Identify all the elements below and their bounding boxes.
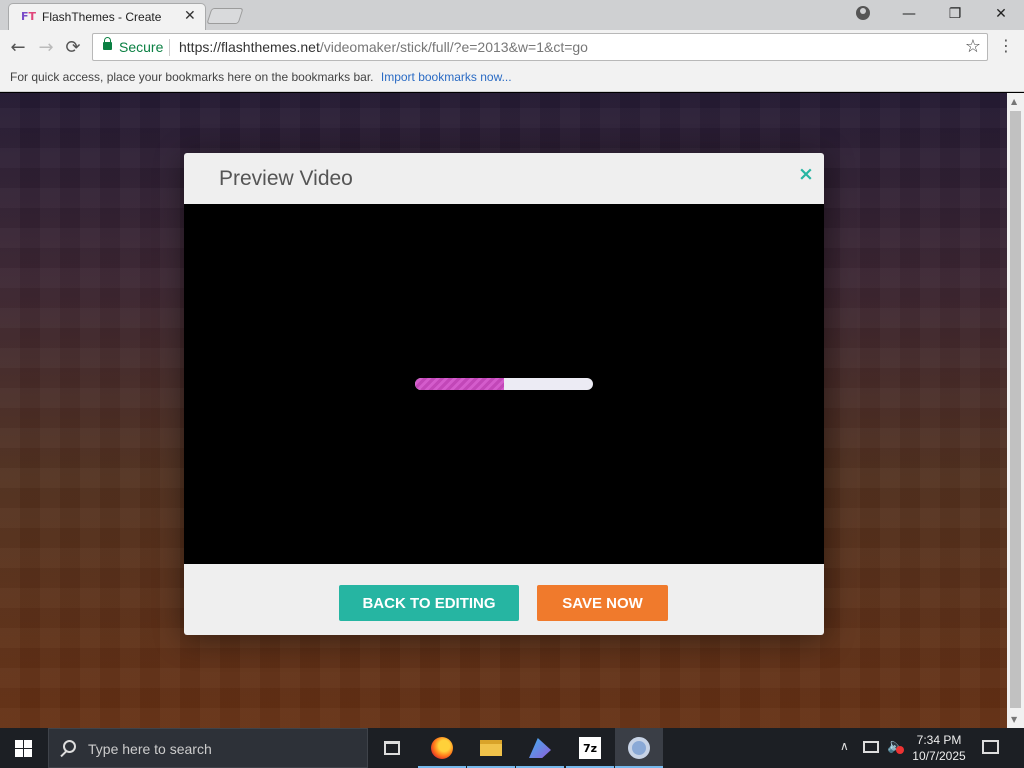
tab-close-icon[interactable]: ✕ (184, 7, 196, 23)
tab-title: FlashThemes - Create (42, 10, 162, 24)
muted-badge-icon (896, 746, 904, 754)
video-player[interactable] (184, 204, 824, 564)
url-host: https://flashthemes.net (179, 39, 320, 55)
forward-button[interactable]: → (35, 36, 57, 58)
secure-label: Secure (119, 39, 164, 55)
save-now-button[interactable]: SAVE NOW (537, 585, 668, 621)
windows-start-icon[interactable] (15, 740, 32, 757)
clock-date: 10/7/2025 (912, 749, 966, 763)
scroll-down-icon[interactable]: ▼ (1011, 715, 1017, 724)
task-view-icon (384, 741, 400, 755)
modal-close-icon[interactable]: × (798, 163, 814, 185)
url-text[interactable]: https://flashthemes.net/videomaker/stick… (179, 39, 588, 55)
back-button[interactable]: ← (7, 36, 29, 58)
preview-video-modal: Preview Video × BACK TO EDITING SAVE NOW (184, 153, 824, 635)
browser-titlebar: FT FlashThemes - Create ✕ — ❐ ✕ (0, 0, 1024, 30)
network-icon[interactable] (863, 741, 879, 753)
address-separator (169, 39, 170, 56)
taskbar-7zip[interactable]: 7z (566, 728, 614, 768)
bookmark-star-icon[interactable]: ☆ (965, 36, 981, 57)
flashthemes-favicon-icon: FT (21, 10, 37, 23)
url-path: /videomaker/stick/full/?e=2013&w=1&ct=go (319, 39, 588, 55)
import-bookmarks-link[interactable]: Import bookmarks now... (381, 70, 512, 84)
modal-header: Preview Video × (184, 153, 824, 204)
bookmarks-bar: For quick access, place your bookmarks h… (0, 64, 1024, 92)
scroll-up-icon[interactable]: ▲ (1011, 97, 1017, 106)
firefox-icon (431, 737, 453, 759)
tray-overflow-icon[interactable]: ∧ (840, 739, 849, 753)
taskbar-clock[interactable]: 7:34 PM 10/7/2025 (905, 732, 973, 764)
search-placeholder: Type here to search (88, 741, 212, 757)
profile-icon[interactable] (856, 6, 870, 20)
folder-icon (480, 740, 502, 756)
clock-time: 7:34 PM (916, 733, 962, 747)
bookmarks-prompt: For quick access, place your bookmarks h… (10, 70, 374, 84)
modal-title: Preview Video (219, 167, 353, 190)
back-to-editing-button[interactable]: BACK TO EDITING (339, 585, 519, 621)
loading-progress-fill (415, 378, 504, 390)
taskbar-chrome[interactable] (615, 728, 663, 768)
search-icon (63, 740, 76, 753)
address-bar[interactable]: Secure https://flashthemes.net/videomake… (92, 33, 988, 61)
chrome-icon (628, 737, 650, 759)
minimize-button[interactable]: — (886, 0, 932, 28)
browser-menu-icon[interactable]: ⋮ (998, 37, 1014, 55)
windows-taskbar: Type here to search 7z ∧ 🔈 7:34 PM 10/7/… (0, 728, 1024, 768)
close-window-button[interactable]: ✕ (978, 0, 1024, 28)
paint-icon (529, 738, 551, 758)
page-scrollbar[interactable]: ▲ ▼ (1007, 93, 1024, 728)
taskbar-file-explorer[interactable] (467, 728, 515, 768)
task-view-button[interactable] (368, 728, 416, 768)
browser-tab-flashthemes[interactable]: FT FlashThemes - Create ✕ (8, 3, 206, 30)
taskbar-paint[interactable] (516, 728, 564, 768)
taskbar-search-input[interactable]: Type here to search (48, 728, 368, 768)
loading-progress-bar (415, 378, 593, 390)
7zip-icon: 7z (579, 737, 601, 759)
lock-icon (103, 37, 112, 50)
notifications-icon[interactable] (982, 740, 999, 754)
reload-button[interactable]: ⟳ (62, 36, 84, 58)
browser-toolbar: ← → ⟳ Secure https://flashthemes.net/vid… (0, 30, 1024, 64)
maximize-button[interactable]: ❐ (932, 0, 978, 28)
taskbar-firefox[interactable] (418, 728, 466, 768)
scroll-thumb[interactable] (1010, 111, 1021, 708)
modal-footer: BACK TO EDITING SAVE NOW (184, 564, 824, 635)
new-tab-button[interactable] (206, 8, 244, 24)
